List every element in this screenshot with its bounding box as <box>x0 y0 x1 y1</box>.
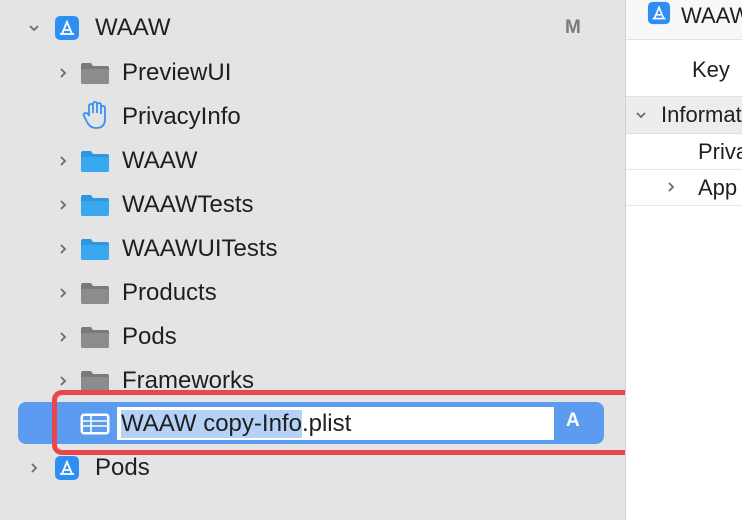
chevron-right-icon[interactable] <box>54 152 72 170</box>
chevron-right-icon[interactable] <box>662 178 680 196</box>
plist-editor: WAAW Key Informat Priva App <box>625 0 742 520</box>
app-store-icon <box>52 455 82 481</box>
folder-blue-icon <box>80 236 110 262</box>
project-label: WAAW <box>95 14 171 41</box>
chevron-down-icon[interactable] <box>25 19 43 37</box>
key-column-label: Key <box>692 57 730 82</box>
navigator-item-pods-folder[interactable]: Pods <box>0 315 625 359</box>
navigator-item-waaw-folder[interactable]: WAAW <box>0 139 625 183</box>
app-store-icon <box>52 15 82 41</box>
plist-group-row[interactable]: Informat <box>626 96 742 134</box>
plist-row-key: Priva <box>698 139 742 164</box>
navigator-item-products[interactable]: Products <box>0 271 625 315</box>
app-store-icon <box>644 0 674 26</box>
folder-gray-icon <box>80 324 110 350</box>
project-navigator: WAAW M PreviewUI PrivacyInfo WAAW WAAWTe… <box>0 0 642 520</box>
chevron-right-icon[interactable] <box>54 284 72 302</box>
navigator-item-label: WAAWUITests <box>122 235 278 262</box>
editor-title: WAAW <box>681 3 742 28</box>
navigator-item-label: WAAWTests <box>122 191 254 218</box>
chevron-right-icon[interactable] <box>54 196 72 214</box>
navigator-item-label: PreviewUI <box>122 59 232 86</box>
plist-row-key: App <box>698 175 738 200</box>
project-label: Pods <box>95 454 150 481</box>
modified-badge: M <box>565 17 581 38</box>
editor-jump-bar[interactable]: WAAW <box>626 0 742 40</box>
navigator-item-waawuitests[interactable]: WAAWUITests <box>0 227 625 271</box>
plist-column-header[interactable]: Key <box>626 40 742 96</box>
project-row-waaw[interactable]: WAAW M <box>0 6 625 50</box>
project-row-pods[interactable]: Pods <box>0 446 625 490</box>
plist-row[interactable]: App <box>626 170 742 206</box>
folder-blue-icon <box>80 148 110 174</box>
navigator-item-label: Products <box>122 279 217 306</box>
navigator-item-privacyinfo[interactable]: PrivacyInfo <box>0 95 625 139</box>
navigator-item-label: PrivacyInfo <box>122 103 241 130</box>
chevron-right-icon[interactable] <box>54 64 72 82</box>
chevron-right-icon[interactable] <box>54 328 72 346</box>
navigator-item-label: Pods <box>122 323 177 350</box>
hand-icon <box>80 101 110 129</box>
plist-row[interactable]: Priva <box>626 134 742 170</box>
folder-blue-icon <box>80 192 110 218</box>
navigator-item-previewui[interactable]: PreviewUI <box>0 51 625 95</box>
group-label: Informat <box>661 102 742 127</box>
chevron-down-icon[interactable] <box>632 106 650 124</box>
navigator-item-waawtests[interactable]: WAAWTests <box>0 183 625 227</box>
folder-gray-icon <box>80 280 110 306</box>
chevron-right-icon[interactable] <box>54 240 72 258</box>
folder-gray-icon <box>80 60 110 86</box>
chevron-right-icon[interactable] <box>54 372 72 390</box>
chevron-right-icon[interactable] <box>25 459 43 477</box>
navigator-item-label: WAAW <box>122 147 198 174</box>
